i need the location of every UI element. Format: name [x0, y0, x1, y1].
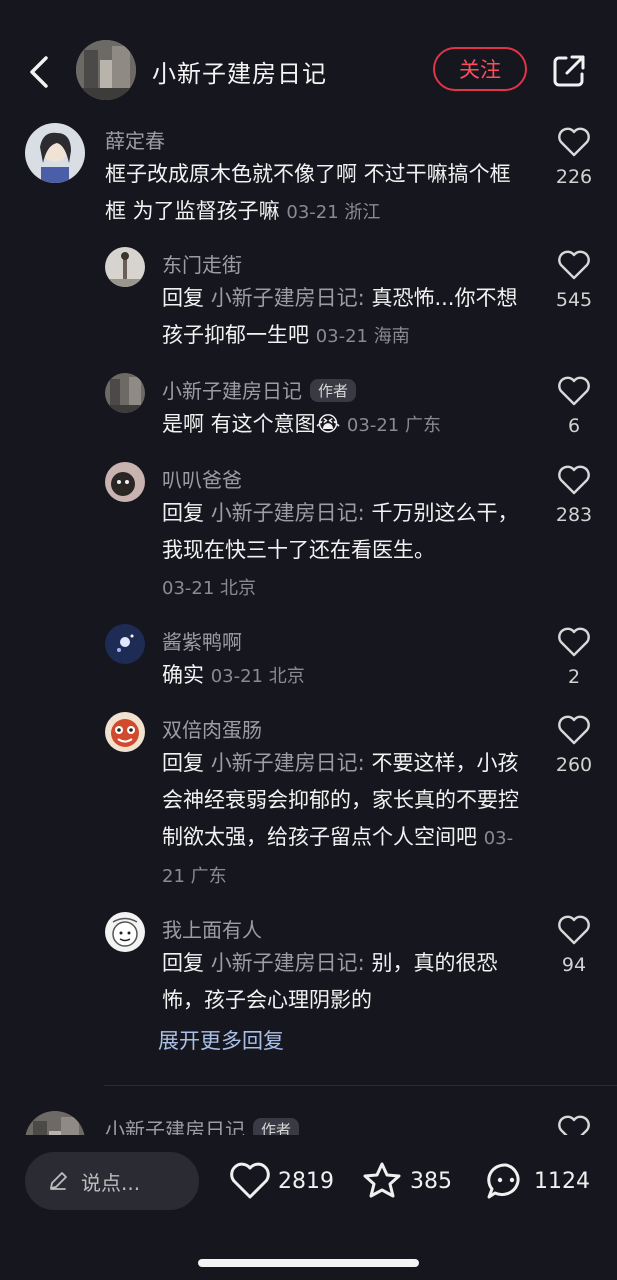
reply-body: 是啊 有这个意图😭 03-21 广东 — [162, 406, 522, 444]
favorite-total: 385 — [410, 1168, 452, 1194]
avatar[interactable] — [105, 624, 145, 664]
avatar[interactable] — [105, 462, 145, 502]
heart-icon — [558, 1115, 590, 1135]
share-out-icon — [553, 55, 585, 87]
comment-user[interactable]: 薛定春 — [105, 125, 165, 154]
heart-icon — [558, 127, 590, 157]
comment-input[interactable]: 说点... — [25, 1152, 199, 1210]
author-badge: 作者 — [310, 379, 357, 402]
avatar[interactable] — [105, 373, 145, 413]
like-button[interactable] — [546, 1114, 602, 1135]
like-button[interactable]: 6 — [546, 375, 602, 437]
top-bar: 小新子建房日记 关注 — [0, 0, 617, 130]
reply-body: 确实 03-21 北京 — [162, 657, 522, 695]
reply-text: 确实 — [162, 663, 204, 687]
comment-input-placeholder: 说点... — [81, 1170, 141, 1195]
reply-prefix: 回复 — [162, 951, 204, 975]
heart-icon — [558, 627, 590, 657]
avatar[interactable] — [105, 247, 145, 287]
expand-more-replies-link[interactable]: 展开更多回复 — [158, 1025, 284, 1055]
reply-user[interactable]: 双倍肉蛋肠 — [162, 714, 262, 743]
reply-user: 小新子建房日记 作者 — [162, 375, 357, 404]
like-button[interactable]: 226 — [546, 126, 602, 188]
avatar[interactable] — [25, 123, 85, 183]
reply-user[interactable]: 酱紫鸭啊 — [162, 626, 242, 655]
comment-meta: 03-21 浙江 — [286, 202, 381, 223]
reply-username[interactable]: 小新子建房日记 — [162, 379, 302, 403]
like-button[interactable]: 545 — [546, 249, 602, 311]
reply-text: 是啊 有这个意图 — [162, 412, 316, 436]
crying-emoji-icon: 😭 — [315, 412, 341, 436]
follow-button[interactable]: 关注 — [433, 47, 527, 91]
heart-icon — [558, 376, 590, 406]
like-button[interactable]: 260 — [546, 714, 602, 776]
reply-user[interactable]: 东门走街 — [162, 249, 242, 278]
comment-user: 小新子建房日记 作者 — [105, 1114, 300, 1135]
heart-icon — [230, 1162, 270, 1199]
reply-target[interactable]: 小新子建房日记: — [211, 501, 365, 525]
reply-target[interactable]: 小新子建房日记: — [211, 286, 365, 310]
reply-prefix: 回复 — [162, 286, 204, 310]
avatar[interactable] — [25, 1111, 85, 1135]
like-count: 283 — [555, 504, 593, 526]
comment-stat-button[interactable]: 1124 — [484, 1157, 590, 1205]
like-count: 94 — [561, 954, 587, 976]
comment-username[interactable]: 小新子建房日记 — [105, 1118, 245, 1135]
heart-icon — [558, 250, 590, 280]
avatar[interactable] — [105, 712, 145, 752]
heart-icon — [558, 465, 590, 495]
like-button[interactable]: 2 — [546, 626, 602, 688]
reply-user[interactable]: 叭叭爸爸 — [162, 464, 242, 493]
reply-body: 回复 小新子建房日记: 别，真的很恐怖，孩子会心理阴影的 — [162, 945, 522, 1019]
like-total: 2819 — [278, 1168, 334, 1194]
like-count: 260 — [555, 754, 593, 776]
heart-icon — [558, 915, 590, 945]
heart-icon — [558, 715, 590, 745]
like-count: 2 — [567, 666, 581, 688]
reply-user[interactable]: 我上面有人 — [162, 914, 262, 943]
avatar[interactable] — [105, 912, 145, 952]
favorite-stat-button[interactable]: 385 — [360, 1157, 452, 1205]
reply-prefix: 回复 — [162, 751, 204, 775]
reply-meta: 03-21 北京 — [162, 578, 257, 599]
like-count: 226 — [555, 166, 593, 188]
reply-body: 回复 小新子建房日记: 真恐怖...你不想孩子抑郁一生吧 03-21 海南 — [162, 280, 522, 355]
bottom-bar: 说点... 2819 385 1124 — [0, 1135, 617, 1280]
divider — [104, 1085, 617, 1086]
pencil-icon — [50, 1172, 67, 1190]
comment-bubble-icon — [487, 1163, 520, 1199]
comment-body: 框子改成原木色就不像了啊 不过干嘛搞个框框 为了监督孩子嘛 03-21 浙江 — [105, 156, 530, 231]
share-button[interactable] — [551, 53, 587, 89]
like-stat-button[interactable]: 2819 — [228, 1157, 334, 1205]
reply-body: 回复 小新子建房日记: 不要这样，小孩会神经衰弱会抑郁的，家长真的不要控制欲太强… — [162, 745, 522, 895]
like-button[interactable]: 283 — [546, 464, 602, 526]
home-indicator — [198, 1259, 419, 1267]
author-badge: 作者 — [253, 1118, 300, 1135]
reply-meta: 03-21 广东 — [346, 415, 441, 436]
reply-prefix: 回复 — [162, 501, 204, 525]
comment-list[interactable]: 薛定春 框子改成原木色就不像了啊 不过干嘛搞个框框 为了监督孩子嘛 03-21 … — [0, 120, 617, 1135]
reply-body: 回复 小新子建房日记: 千万别这么干，我现在快三十了还在看医生。 03-21 北… — [162, 495, 522, 607]
star-icon — [363, 1162, 401, 1198]
page-title: 小新子建房日记 — [152, 60, 327, 88]
like-count: 545 — [555, 289, 593, 311]
chevron-left-icon — [30, 56, 48, 88]
like-count: 6 — [567, 415, 581, 437]
reply-target[interactable]: 小新子建房日记: — [211, 751, 365, 775]
author-avatar[interactable] — [76, 40, 136, 100]
reply-meta: 03-21 北京 — [210, 666, 305, 687]
back-button[interactable] — [22, 52, 58, 92]
comment-total: 1124 — [534, 1168, 590, 1194]
reply-meta: 03-21 海南 — [315, 326, 410, 347]
like-button[interactable]: 94 — [546, 914, 602, 976]
reply-target[interactable]: 小新子建房日记: — [211, 951, 365, 975]
